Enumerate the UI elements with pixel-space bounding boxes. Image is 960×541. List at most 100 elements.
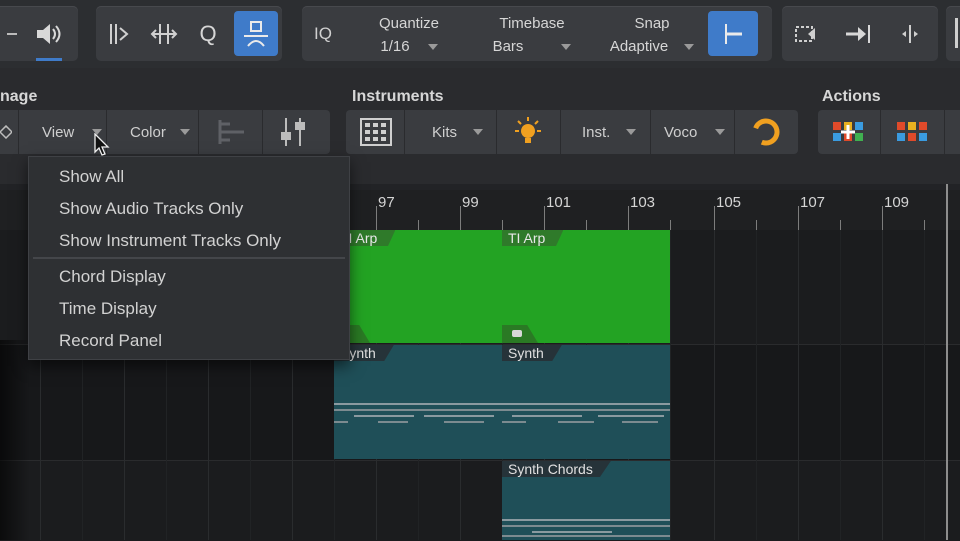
ruler-tick (756, 220, 757, 230)
snap-selector[interactable]: Snap Adaptive (592, 12, 712, 58)
menu-separator (33, 257, 345, 259)
ruler-bar-label: 103 (630, 194, 656, 211)
menu-item-record-panel[interactable]: Record Panel (59, 331, 162, 351)
chevron-down-icon (715, 129, 726, 135)
ruler-tick (882, 206, 883, 230)
locate-arrow-icon[interactable] (836, 6, 880, 61)
marker-split-icon[interactable] (888, 6, 932, 61)
midi-note (334, 409, 502, 411)
snap-label: Snap (634, 15, 670, 32)
midi-note (378, 421, 408, 423)
track-layout-icon[interactable] (214, 110, 248, 154)
voco-dropdown-button[interactable]: Voco (664, 110, 726, 154)
lightbulb-icon[interactable] (512, 110, 544, 154)
clip-synth-1[interactable]: Synth (334, 345, 502, 459)
midi-note (558, 421, 594, 423)
ruler-tick (586, 220, 587, 230)
color-dropdown-button[interactable]: Color (130, 110, 190, 154)
menu-item-show-all[interactable]: Show All (59, 167, 124, 187)
chevron-down-icon (684, 44, 695, 51)
ruler-bar-label: 107 (800, 194, 826, 211)
ruler-bar-label: 97 (378, 194, 395, 211)
add-color-icon[interactable] (832, 110, 864, 154)
ruler-tick (544, 206, 545, 230)
ruler-tick (670, 220, 671, 230)
overflow-bar (955, 18, 958, 48)
instruments-group: Kits Inst. Voco (346, 110, 798, 154)
ruler-tick (460, 206, 461, 230)
inst-label: Inst. (582, 123, 611, 141)
playhead[interactable] (946, 184, 948, 540)
quantize-label: Quantize (378, 15, 440, 32)
loop-start-icon[interactable] (784, 6, 828, 61)
ring-knob-icon[interactable] (750, 110, 782, 154)
monitor-group (0, 6, 78, 61)
ruler-bar-label: 101 (546, 194, 572, 211)
midi-note (502, 525, 670, 527)
ruler-tick (714, 206, 715, 230)
locate-group (782, 6, 938, 61)
mouse-cursor-icon (94, 133, 110, 156)
edit-tools-group: Q (96, 6, 282, 61)
note-icon (512, 330, 522, 337)
midi-note (532, 531, 612, 533)
snap-toggle-button[interactable] (708, 11, 758, 56)
color-palette-icon[interactable] (896, 110, 928, 154)
clip-synth-2[interactable]: Synth (502, 345, 670, 459)
quantize-q-button[interactable]: Q (186, 6, 230, 61)
midi-note (598, 415, 664, 417)
menu-item-chord-display[interactable]: Chord Display (59, 267, 166, 287)
inst-dropdown-button[interactable]: Inst. (582, 110, 637, 154)
ruler-bar-label: 99 (462, 194, 479, 211)
quantize-value: 1/16 (380, 38, 410, 55)
manage-section-title: nage (0, 88, 38, 105)
mixer-icon[interactable] (278, 110, 310, 154)
snap-value: Adaptive (609, 38, 669, 55)
clip-arp-2[interactable]: TI Arp (502, 230, 670, 343)
timebase-label: Timebase (499, 15, 565, 32)
kits-dropdown-button[interactable]: Kits (432, 110, 484, 154)
diamond-icon[interactable] (0, 110, 16, 154)
menu-item-show-instrument-tracks[interactable]: Show Instrument Tracks Only (59, 231, 281, 251)
ruler-bar-label: 109 (884, 194, 910, 211)
kits-label: Kits (432, 123, 458, 141)
ruler-tick (840, 220, 841, 230)
midi-note (354, 415, 414, 417)
drum-grid-icon[interactable] (360, 110, 392, 154)
view-dropdown-menu: Show All Show Audio Tracks Only Show Ins… (28, 156, 350, 360)
split-tool-icon[interactable] (96, 6, 140, 61)
chevron-down-icon (561, 44, 572, 51)
clip-synth-chords[interactable]: Synth Chords (502, 461, 670, 540)
midi-note (502, 409, 670, 411)
midi-note (444, 421, 484, 423)
clip-arp-1[interactable]: TI Arp (334, 230, 502, 343)
midi-note (502, 421, 526, 423)
midi-note (502, 403, 670, 405)
ruler-tick (924, 220, 925, 230)
ruler-tick (376, 206, 377, 230)
ruler-tick (628, 206, 629, 230)
autoscroll-button[interactable] (234, 11, 278, 56)
menu-item-show-audio-tracks[interactable]: Show Audio Tracks Only (59, 199, 243, 219)
midi-note (334, 403, 502, 405)
speaker-icon[interactable] (26, 6, 70, 61)
clip-label: Synth (502, 345, 562, 361)
edge-shadow (0, 340, 30, 540)
quantize-snap-group: IQ Quantize 1/16 Timebase Bars Snap Adap… (302, 6, 772, 61)
quantize-selector[interactable]: Quantize 1/16 (354, 12, 464, 58)
chevron-down-icon (473, 129, 484, 135)
timebase-selector[interactable]: Timebase Bars (472, 12, 592, 58)
timebase-value: Bars (492, 38, 524, 55)
voco-label: Voco (664, 123, 698, 141)
track-lane-chords[interactable] (0, 460, 960, 541)
ruler-tick (418, 220, 419, 230)
clip-label: Synth Chords (502, 461, 611, 477)
stretch-tool-icon[interactable] (142, 6, 186, 61)
chevron-down-icon (427, 44, 438, 51)
iq-button[interactable]: IQ (314, 24, 332, 44)
speaker-active-indicator (36, 58, 62, 61)
ruler-tick (502, 220, 503, 230)
actions-section-title: Actions (822, 88, 881, 105)
clip-footer (502, 325, 538, 343)
menu-item-time-display[interactable]: Time Display (59, 299, 157, 319)
